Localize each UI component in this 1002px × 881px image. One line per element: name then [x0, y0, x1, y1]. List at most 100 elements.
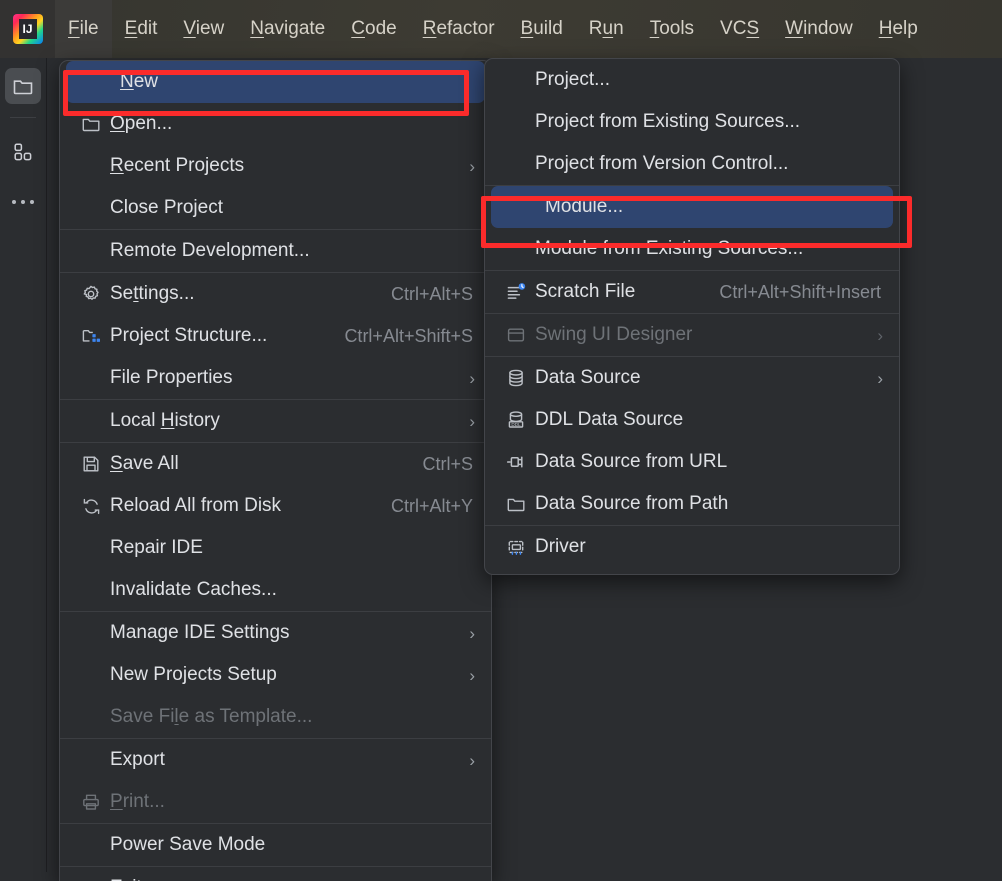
- menu-item-module[interactable]: Module...: [491, 186, 893, 228]
- menu-bar-item-run[interactable]: Run: [576, 0, 637, 58]
- menu-item-scratch-file[interactable]: Scratch File Ctrl+Alt+Shift+Insert: [485, 271, 899, 313]
- new-submenu-popup: Project... Project from Existing Sources.…: [484, 58, 900, 575]
- app-logo-cell: [0, 0, 55, 58]
- menu-item-shortcut: Ctrl+Alt+S: [390, 283, 473, 304]
- menu-item-label: Project...: [535, 69, 610, 90]
- menu-bar-items: File Edit View Navigate Code Refactor Build Run…: [55, 0, 931, 58]
- menu-item-new[interactable]: New ›: [66, 61, 485, 103]
- menu-item-local-history[interactable]: Local History ›: [60, 400, 491, 442]
- menu-item-recent-projects[interactable]: Recent Projects ›: [60, 145, 491, 187]
- menu-item-label: Recent Projects: [110, 155, 245, 176]
- menu-item-project-from-version-control[interactable]: Project from Version Control...: [485, 143, 899, 185]
- chevron-right-icon: ›: [469, 750, 475, 770]
- menu-item-ddl-data-source[interactable]: DDL DDL Data Source: [485, 399, 899, 441]
- structure-tool-window-button[interactable]: [5, 134, 41, 170]
- menu-item-label: Data Source from URL: [535, 451, 728, 472]
- menu-item-label: Open...: [110, 113, 173, 134]
- menu-item-project[interactable]: Project...: [485, 59, 899, 101]
- more-tool-windows-button[interactable]: [5, 184, 41, 220]
- menu-item-data-source-from-url[interactable]: Data Source from URL: [485, 441, 899, 483]
- menu-bar-item-label: VCS: [720, 18, 760, 39]
- menu-item-label: Exit: [110, 877, 142, 881]
- intellij-idea-window: File Edit View Navigate Code Refactor Build Run…: [0, 0, 1002, 881]
- menu-item-shortcut: Ctrl+S: [422, 453, 473, 474]
- menu-item-repair-ide[interactable]: Repair IDE: [60, 527, 491, 569]
- menu-bar-item-label: Code: [351, 18, 397, 39]
- menu-bar-item-label: Build: [520, 18, 563, 39]
- menu-item-label: Swing UI Designer: [535, 324, 693, 345]
- menu-item-label: New Projects Setup: [110, 664, 277, 685]
- menu-bar-item-tools[interactable]: Tools: [637, 0, 707, 58]
- menu-item-label: Close Project: [110, 197, 223, 218]
- menu-item-label: Repair IDE: [110, 537, 203, 558]
- menu-bar-item-navigate[interactable]: Navigate: [237, 0, 338, 58]
- ddl-data-source-icon: DDL: [501, 410, 531, 430]
- menu-bar-item-edit[interactable]: Edit: [112, 0, 171, 58]
- menu-item-save-all[interactable]: Save All Ctrl+S: [60, 443, 491, 485]
- menu-bar-item-label: Refactor: [422, 18, 495, 39]
- printer-icon: [76, 792, 106, 812]
- menu-item-power-save-mode[interactable]: Power Save Mode: [60, 824, 491, 866]
- menu-item-label: Data Source from Path: [535, 493, 729, 514]
- menu-bar-item-label: Help: [878, 18, 918, 39]
- svg-text:DDL: DDL: [511, 422, 521, 427]
- menu-item-label: Reload All from Disk: [110, 495, 282, 516]
- menu-bar-item-label: Navigate: [250, 18, 326, 39]
- menu-item-new-projects-setup[interactable]: New Projects Setup ›: [60, 654, 491, 696]
- scratch-file-icon: [501, 282, 531, 302]
- menu-item-label: Project from Existing Sources...: [535, 111, 801, 132]
- folder-icon: [501, 494, 531, 514]
- menu-bar-item-label: Run: [588, 18, 624, 39]
- menu-item-label: File Properties: [110, 367, 233, 388]
- menu-item-label: Data Source: [535, 367, 641, 388]
- project-structure-icon: [76, 326, 106, 346]
- menu-item-save-file-as-template: Save File as Template...: [60, 696, 491, 738]
- menu-bar-item-refactor[interactable]: Refactor: [410, 0, 508, 58]
- left-tool-rail: [0, 58, 47, 872]
- menu-item-shortcut: Ctrl+Alt+Shift+Insert: [719, 281, 881, 302]
- menu-bar-item-code[interactable]: Code: [338, 0, 409, 58]
- menu-item-label: Save File as Template...: [110, 706, 313, 727]
- menu-item-data-source[interactable]: Data Source ›: [485, 357, 899, 399]
- plug-icon: [501, 452, 531, 472]
- project-tool-window-button[interactable]: [5, 68, 41, 104]
- menu-item-exit[interactable]: Exit: [60, 867, 491, 881]
- menu-item-swing-ui-designer: Swing UI Designer ›: [485, 314, 899, 356]
- menu-item-driver[interactable]: Driver: [485, 526, 899, 568]
- menu-item-invalidate-caches[interactable]: Invalidate Caches...: [60, 569, 491, 611]
- menu-bar-item-window[interactable]: Window: [772, 0, 866, 58]
- menu-item-reload-all-from-disk[interactable]: Reload All from Disk Ctrl+Alt+Y: [60, 485, 491, 527]
- menu-item-open[interactable]: Open...: [60, 103, 491, 145]
- menu-item-remote-development[interactable]: Remote Development...: [60, 230, 491, 272]
- menu-item-label: Remote Development...: [110, 240, 310, 261]
- ellipsis-icon: [12, 200, 34, 204]
- menu-bar-item-vcs[interactable]: VCS: [707, 0, 772, 58]
- menu-item-project-from-existing-sources[interactable]: Project from Existing Sources...: [485, 101, 899, 143]
- menu-item-data-source-from-path[interactable]: Data Source from Path: [485, 483, 899, 525]
- chevron-right-icon: ›: [463, 72, 469, 92]
- menu-item-export[interactable]: Export ›: [60, 739, 491, 781]
- driver-icon: [501, 537, 531, 557]
- save-icon: [76, 454, 106, 474]
- menu-item-manage-ide-settings[interactable]: Manage IDE Settings ›: [60, 612, 491, 654]
- menu-bar-item-help[interactable]: Help: [866, 0, 931, 58]
- menu-bar-item-build[interactable]: Build: [508, 0, 576, 58]
- menu-item-close-project[interactable]: Close Project: [60, 187, 491, 229]
- menu-item-module-from-existing-sources[interactable]: Module from Existing Sources...: [485, 228, 899, 270]
- menu-bar-item-view[interactable]: View: [170, 0, 237, 58]
- menu-bar-item-label: Tools: [649, 18, 695, 39]
- menu-item-label: New: [120, 71, 159, 92]
- menu-item-file-properties[interactable]: File Properties ›: [60, 357, 491, 399]
- menu-item-project-structure[interactable]: Project Structure... Ctrl+Alt+Shift+S: [60, 315, 491, 357]
- menu-item-label: Project Structure...: [110, 325, 268, 346]
- menu-item-label: Invalidate Caches...: [110, 579, 277, 600]
- menu-bar-item-label: File: [68, 18, 99, 39]
- chevron-right-icon: ›: [469, 368, 475, 388]
- swing-ui-designer-icon: [501, 325, 531, 345]
- menu-item-label: Power Save Mode: [110, 834, 266, 855]
- file-menu-popup: New › Open... Recent Projects › Close Project…: [59, 60, 492, 881]
- chevron-right-icon: ›: [877, 368, 883, 388]
- menu-bar-item-file[interactable]: File: [55, 0, 112, 58]
- menu-item-label: Export: [110, 749, 165, 770]
- menu-item-settings[interactable]: Settings... Ctrl+Alt+S: [60, 273, 491, 315]
